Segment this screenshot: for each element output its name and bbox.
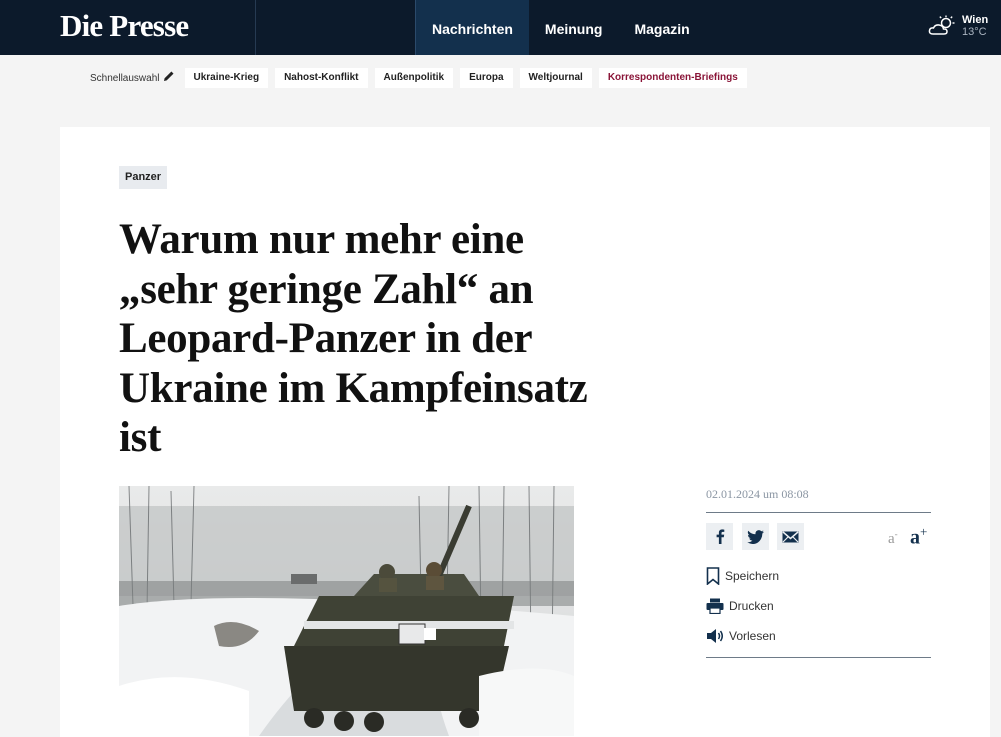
font-small-letter: a xyxy=(888,531,895,547)
read-aloud-button[interactable]: Vorlesen xyxy=(706,621,931,651)
nav-divider xyxy=(255,0,256,55)
bookmark-icon xyxy=(706,567,720,585)
email-share-button[interactable] xyxy=(777,523,804,550)
speaker-icon xyxy=(707,629,723,643)
nav-item-magazin[interactable]: Magazin xyxy=(618,0,705,55)
article-tag[interactable]: Panzer xyxy=(119,166,168,189)
nav-item-nachrichten[interactable]: Nachrichten xyxy=(415,0,529,55)
font-small-mark: - xyxy=(894,529,898,539)
weather-temperature: 13°C xyxy=(962,26,987,38)
pencil-icon[interactable] xyxy=(163,69,175,87)
nav-item-meinung[interactable]: Meinung xyxy=(529,0,619,55)
read-aloud-label: Vorlesen xyxy=(729,629,776,643)
facebook-share-button[interactable] xyxy=(706,523,733,550)
quick-chip-weltjournal[interactable]: Weltjournal xyxy=(519,68,592,88)
main-nav: Nachrichten Meinung Magazin xyxy=(415,0,706,55)
quick-chip-aussenpolitik[interactable]: Außenpolitik xyxy=(374,68,454,88)
cloud-sun-icon xyxy=(928,15,955,35)
weather-city: Wien xyxy=(962,14,989,26)
save-button[interactable]: Speichern xyxy=(706,561,931,591)
tank-in-snow-image xyxy=(119,486,574,736)
site-logo[interactable]: Die Presse xyxy=(60,8,189,44)
increase-font-button[interactable]: a+ xyxy=(910,524,927,550)
print-label: Drucken xyxy=(729,599,774,613)
article-date: 02.01.2024 um 08:08 xyxy=(706,487,931,513)
quick-chip-europa[interactable]: Europa xyxy=(460,68,513,88)
top-navigation: Die Presse Nachrichten Meinung Magazin W… xyxy=(0,0,1001,55)
share-tools: a- a+ xyxy=(706,523,931,561)
article-photo xyxy=(119,486,574,736)
decrease-font-button[interactable]: a- xyxy=(888,529,898,548)
font-large-letter: a xyxy=(910,526,920,549)
quick-select-label: Schnellauswahl xyxy=(90,72,160,84)
weather-widget[interactable]: Wien 13°C xyxy=(928,14,988,38)
save-label: Speichern xyxy=(725,569,780,583)
quick-chip-ukraine-krieg[interactable]: Ukraine-Krieg xyxy=(184,68,269,88)
envelope-icon xyxy=(782,530,799,542)
quick-chip-korrespondenten-briefings[interactable]: Korrespondenten-Briefings xyxy=(598,68,747,88)
article-card: Panzer Warum nur mehr eine „sehr geringe… xyxy=(60,127,990,737)
facebook-icon xyxy=(716,529,724,544)
quick-select-bar: Schnellauswahl Ukraine-Krieg Nahost-Konf… xyxy=(90,68,754,88)
print-button[interactable]: Drucken xyxy=(706,591,931,621)
article-headline: Warum nur mehr eine „sehr geringe Zahl“ … xyxy=(119,216,588,461)
printer-icon xyxy=(706,598,724,614)
twitter-icon xyxy=(747,529,764,544)
twitter-share-button[interactable] xyxy=(742,523,769,550)
font-large-mark: + xyxy=(920,524,928,539)
article-sidebar: 02.01.2024 um 08:08 a- a+ Speichern Druc… xyxy=(706,487,931,658)
quick-chip-nahost-konflikt[interactable]: Nahost-Konflikt xyxy=(275,68,368,88)
sidebar-divider xyxy=(706,657,931,658)
